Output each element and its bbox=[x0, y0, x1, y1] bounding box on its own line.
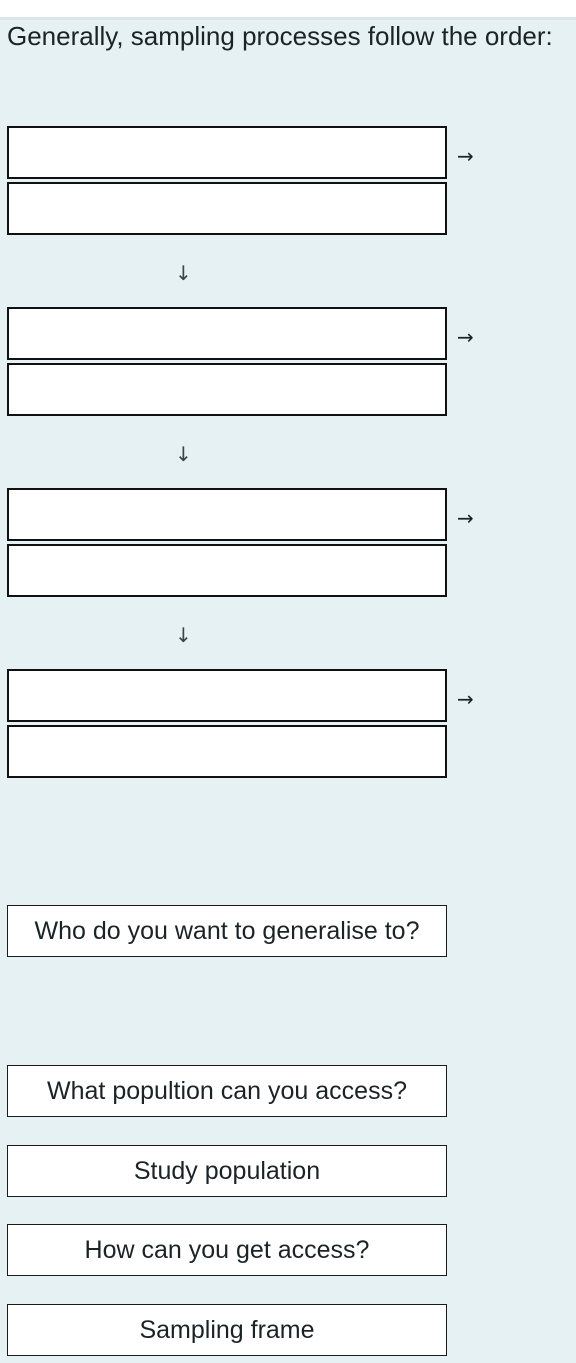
drop-slot-4a[interactable] bbox=[7, 669, 447, 722]
drop-slot-2a[interactable] bbox=[7, 307, 447, 360]
drag-item[interactable]: Who do you want to generalise to? bbox=[7, 905, 447, 957]
drop-slot-2b[interactable] bbox=[7, 363, 447, 416]
drag-item[interactable]: Study population bbox=[7, 1145, 447, 1197]
drag-item[interactable]: Sampling frame bbox=[7, 1304, 447, 1356]
drop-slot-1b[interactable] bbox=[7, 182, 447, 235]
drop-slot-1a[interactable] bbox=[7, 126, 447, 179]
drop-slot-4b[interactable] bbox=[7, 725, 447, 778]
question-prompt: Generally, sampling processes follow the… bbox=[7, 21, 553, 51]
arrow-right-icon: → bbox=[457, 144, 474, 168]
arrow-down-icon: ↓ bbox=[175, 261, 192, 285]
drag-item[interactable]: What popultion can you access? bbox=[7, 1065, 447, 1117]
arrow-right-icon: → bbox=[457, 687, 474, 711]
top-strip bbox=[0, 0, 576, 17]
arrow-down-icon: ↓ bbox=[175, 623, 192, 647]
drag-item[interactable]: How can you get access? bbox=[7, 1224, 447, 1276]
arrow-down-icon: ↓ bbox=[175, 442, 192, 466]
drop-slot-3a[interactable] bbox=[7, 488, 447, 541]
arrow-right-icon: → bbox=[457, 506, 474, 530]
drop-slot-3b[interactable] bbox=[7, 544, 447, 597]
arrow-right-icon: → bbox=[457, 325, 474, 349]
